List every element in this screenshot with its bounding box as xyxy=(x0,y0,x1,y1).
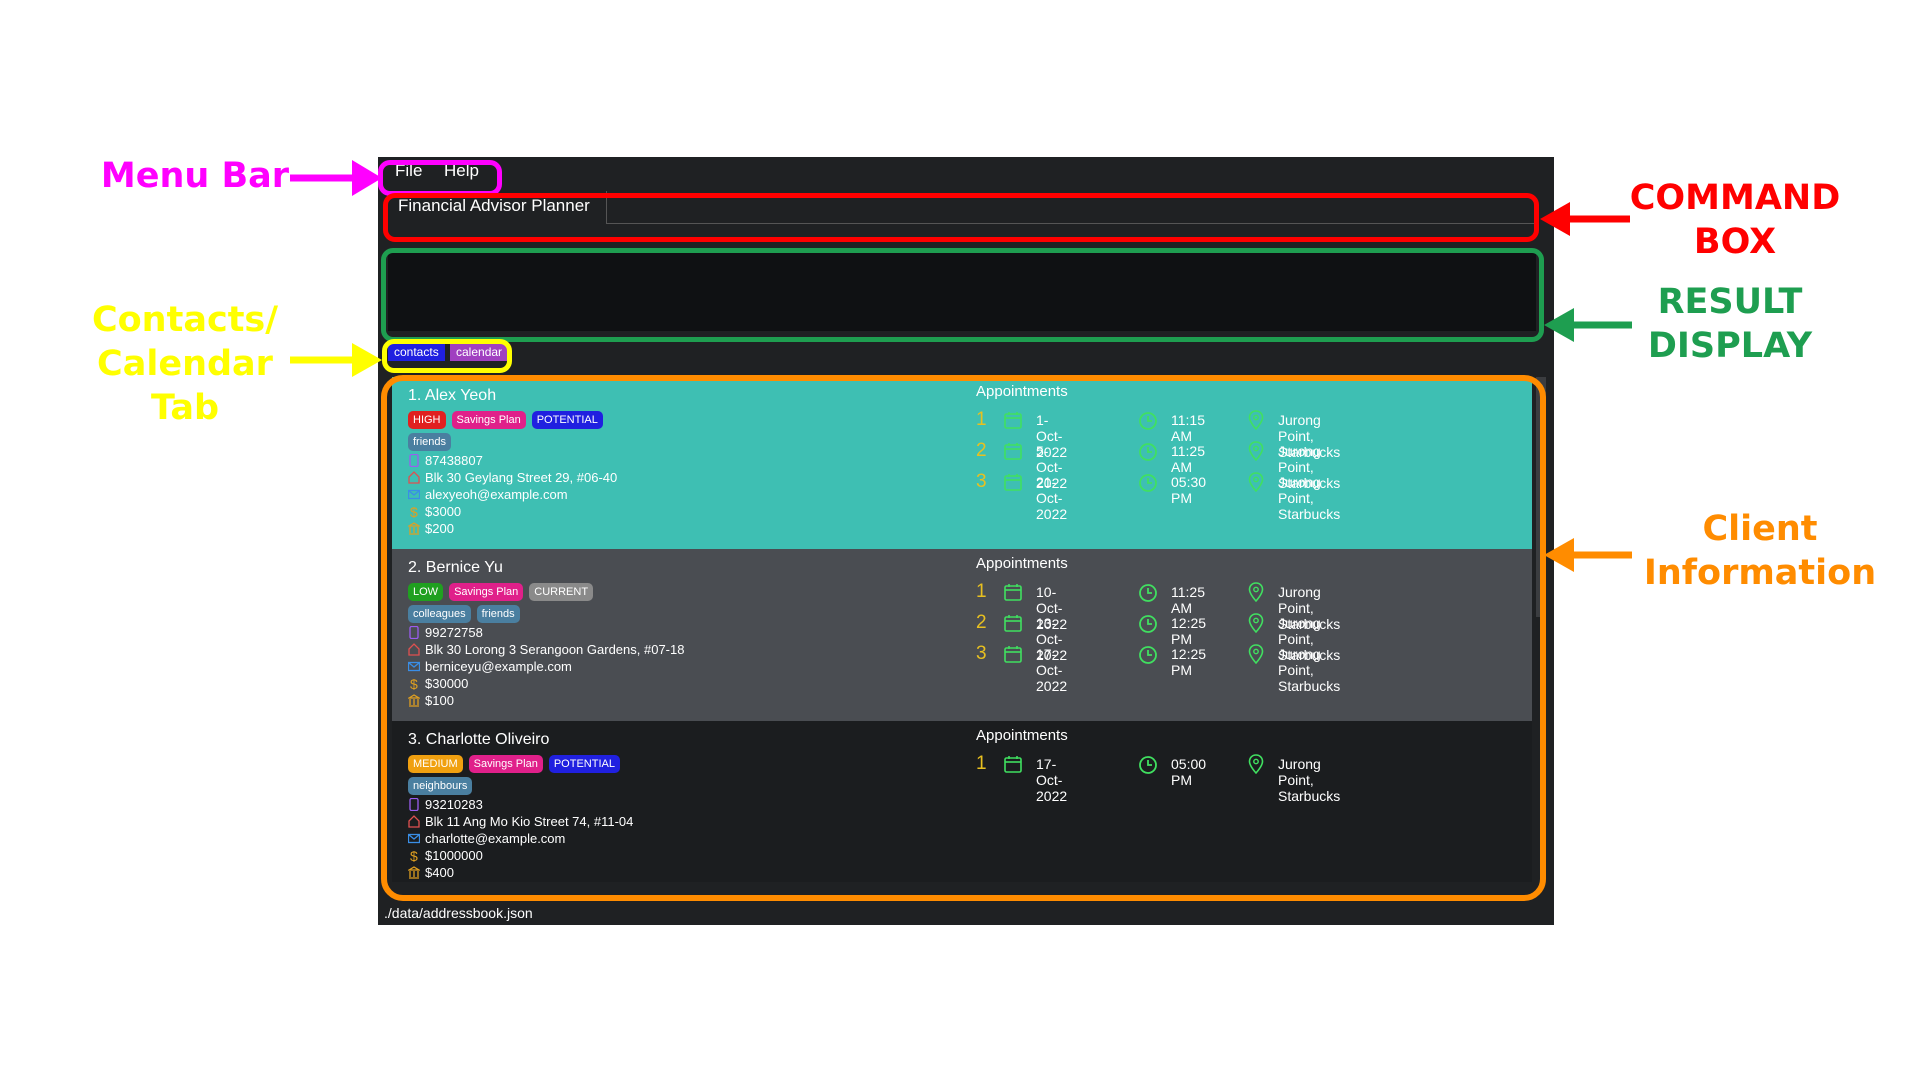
label-tab-line1: Contacts/ xyxy=(91,300,279,340)
result-display-arrow-icon xyxy=(1544,308,1632,342)
client-info-arrow-icon xyxy=(1544,538,1632,572)
label-command-line1: COMMAND xyxy=(1629,178,1841,218)
label-result-display: RESULT DISPLAY xyxy=(1620,280,1840,368)
label-command-box: COMMAND BOX xyxy=(1620,176,1850,264)
label-client-line2: Information xyxy=(1643,553,1877,593)
label-result-line1: RESULT xyxy=(1657,282,1803,322)
label-client-line1: Client xyxy=(1702,509,1818,549)
label-command-line2: BOX xyxy=(1693,222,1777,262)
command-box-arrow-icon xyxy=(1540,202,1630,236)
menu-bar-arrow-icon xyxy=(290,160,382,196)
label-menu-bar: Menu Bar xyxy=(100,156,290,196)
label-client-info: Client Information xyxy=(1630,507,1890,595)
label-tab-line3: Tab xyxy=(150,388,220,428)
label-result-line2: DISPLAY xyxy=(1647,326,1813,366)
label-tabs: Contacts/ Calendar Tab xyxy=(80,298,290,430)
label-tab-line2: Calendar xyxy=(97,344,273,384)
tab-arrow-icon xyxy=(290,343,382,377)
